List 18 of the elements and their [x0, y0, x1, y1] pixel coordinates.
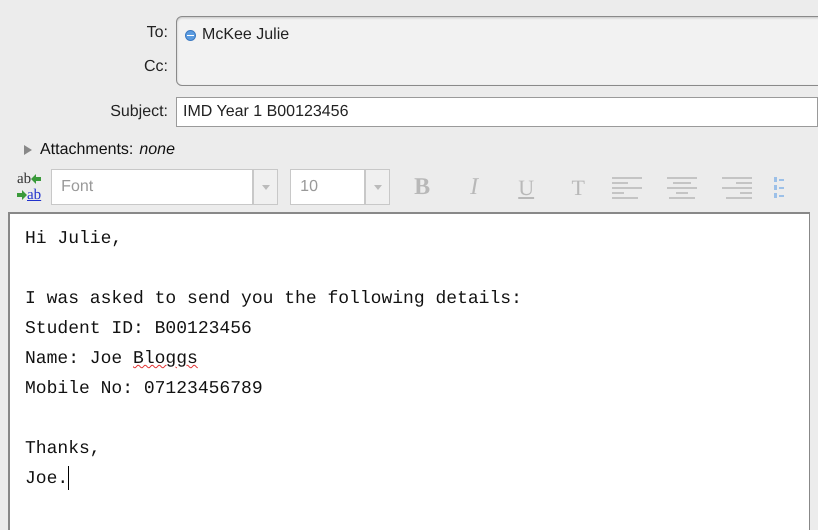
attachments-label: Attachments: — [40, 140, 134, 160]
disclosure-triangle-icon[interactable] — [22, 144, 34, 156]
message-line: Hi Julie, — [25, 228, 122, 251]
subject-label: Subject: — [109, 102, 169, 122]
contact-icon — [185, 30, 196, 40]
message-line: Student ID: B00123456 — [25, 318, 252, 341]
message-body[interactable]: Hi Julie, I was asked to send you the following details: Student ID: B00123456 Name: Joe Bloggs Mobile No: 07123456789 Thanks, Joe. — [8, 212, 810, 530]
recipient-token[interactable]: McKee Julie — [185, 23, 290, 47]
to-label: To: — [146, 23, 168, 43]
recipient-field[interactable]: McKee Julie — [176, 16, 818, 86]
message-line: Mobile No: 07123456789 — [25, 378, 263, 401]
attachments-value: none — [139, 140, 175, 160]
message-line: Thanks, — [25, 438, 101, 461]
cc-label: Cc: — [144, 57, 168, 77]
message-line: Name: Joe Bloggs — [25, 348, 198, 371]
message-line: Joe. — [25, 464, 70, 494]
subject-field[interactable]: IMD Year 1 B00123456 — [176, 97, 818, 127]
message-line: I was asked to send you the following details: — [25, 288, 522, 311]
